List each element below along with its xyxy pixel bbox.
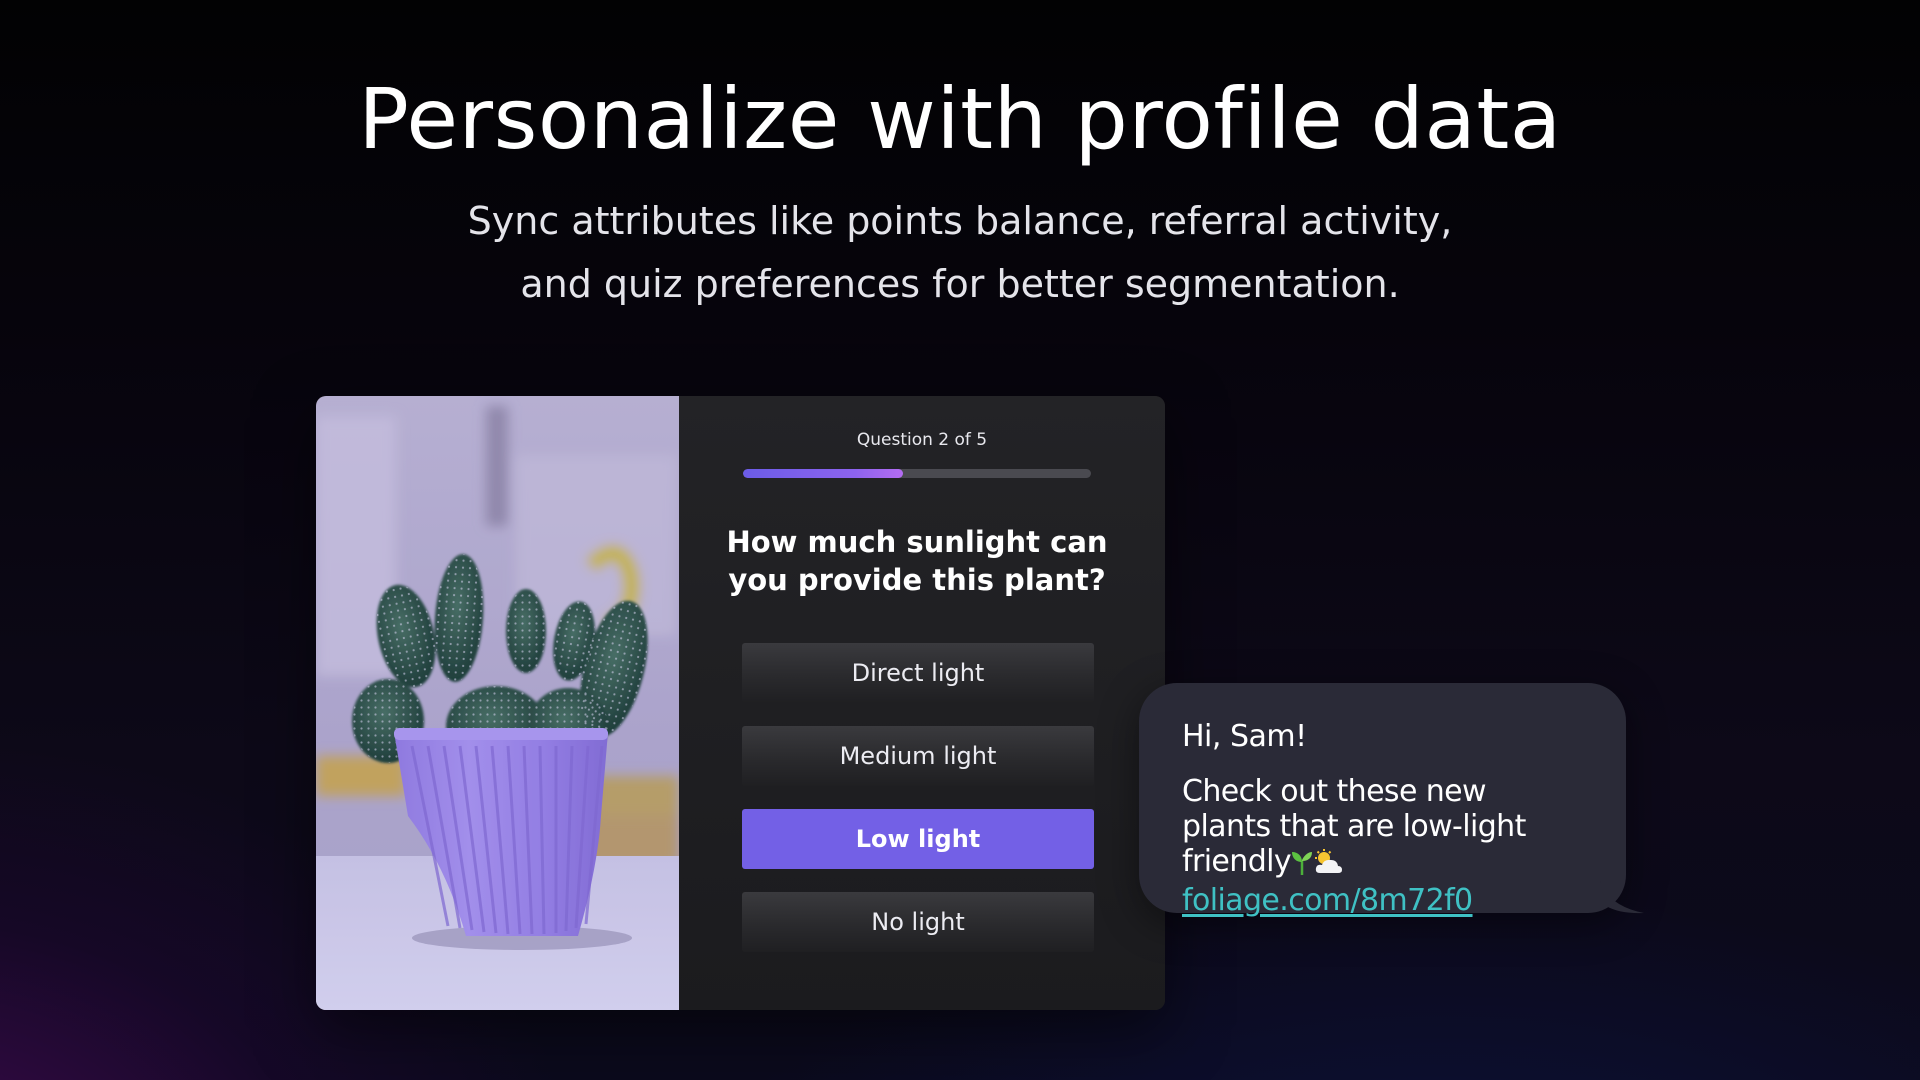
image-tint [316,396,679,1010]
sms-body: Check out these new plants that are low-… [1182,774,1583,883]
quiz-question: How much sunlight can you provide this p… [726,525,1108,597]
quiz-panel: Question 2 of 5 How much sunlight can yo… [679,396,1165,1010]
option-medium-light[interactable]: Medium light [742,726,1094,786]
quiz-card: Question 2 of 5 How much sunlight can yo… [316,396,1165,1010]
seedling-icon [1291,848,1313,883]
page-title: Personalize with profile data [358,70,1562,168]
sms-body-text: Check out these new plants that are low-… [1182,774,1526,879]
subtitle-line-2: and quiz preferences for better segmenta… [520,262,1400,306]
option-low-light[interactable]: Low light [742,809,1094,869]
sms-greeting: Hi, Sam! [1182,719,1307,754]
progress-bar [743,469,1091,478]
plant-image [316,396,679,1010]
option-direct-light[interactable]: Direct light [742,643,1094,703]
option-no-light[interactable]: No light [742,892,1094,952]
subtitle-line-1: Sync attributes like points balance, ref… [467,199,1453,243]
progress-label: Question 2 of 5 [856,430,988,450]
sun-behind-cloud-icon [1313,848,1343,883]
page-subtitle: Sync attributes like points balance, ref… [360,190,1560,316]
sms-bubble-tail [1600,880,1644,914]
sms-message-bubble: Hi, Sam! Check out these new plants that… [1139,683,1626,918]
sms-link[interactable]: foliage.com/8m72f0 [1182,883,1473,918]
answer-options: Direct light Medium light Low light No l… [742,643,1094,975]
progress-bar-fill [743,469,904,478]
